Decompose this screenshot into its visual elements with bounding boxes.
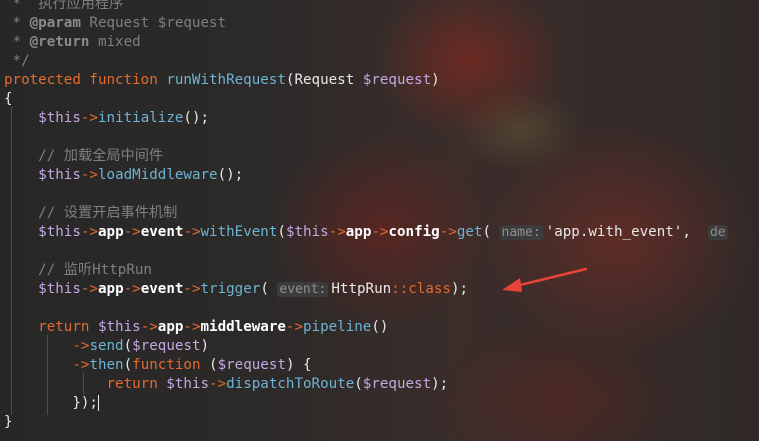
return-tag: @return	[29, 34, 90, 50]
code-line-dispatch: return $this->dispatchToRoute($request);	[106, 376, 449, 392]
brace-open: {	[4, 91, 13, 107]
code-line-trigger: $this->app->event->trigger( event: HttpRu…	[38, 281, 469, 297]
code-editor[interactable]: * 执行应用程序 * @param Request $request * @re…	[0, 0, 759, 441]
text-cursor	[97, 395, 99, 411]
parameter-hint-default: de	[707, 225, 728, 240]
doc-comment-line: * 执行应用程序	[4, 0, 124, 12]
comment-listen: // 监听HttpRun	[38, 262, 152, 278]
code-line-return-pipeline: return $this->app->middleware->pipeline(…	[38, 319, 389, 335]
code-line-load-middleware: $this->loadMiddleware();	[38, 167, 244, 183]
code-line-send: ->send($request)	[72, 338, 210, 354]
brace-close: }	[4, 414, 13, 430]
annotation-arrow-icon	[502, 267, 588, 292]
param-tag: @param	[29, 15, 81, 31]
code-line-initialize: $this->initialize();	[38, 110, 210, 126]
code-line-then: ->then(function ($request) {	[72, 357, 312, 373]
comment-middleware: // 加载全局中间件	[38, 148, 164, 164]
comment-event: // 设置开启事件机制	[38, 205, 178, 221]
doc-comment-param: * @param Request $request	[4, 15, 227, 31]
code-line-with-event: $this->app->event->withEvent($this->app-…	[38, 224, 728, 240]
doc-comment-close: */	[4, 53, 30, 69]
parameter-hint-name: name:	[499, 225, 543, 240]
doc-comment-return: * @return mixed	[4, 34, 141, 50]
code-line-close-then: });	[72, 395, 99, 411]
parameter-hint-event: event:	[277, 282, 329, 297]
function-signature: protected function runWithRequest(Reques…	[4, 72, 440, 88]
function-name: runWithRequest	[166, 72, 286, 88]
